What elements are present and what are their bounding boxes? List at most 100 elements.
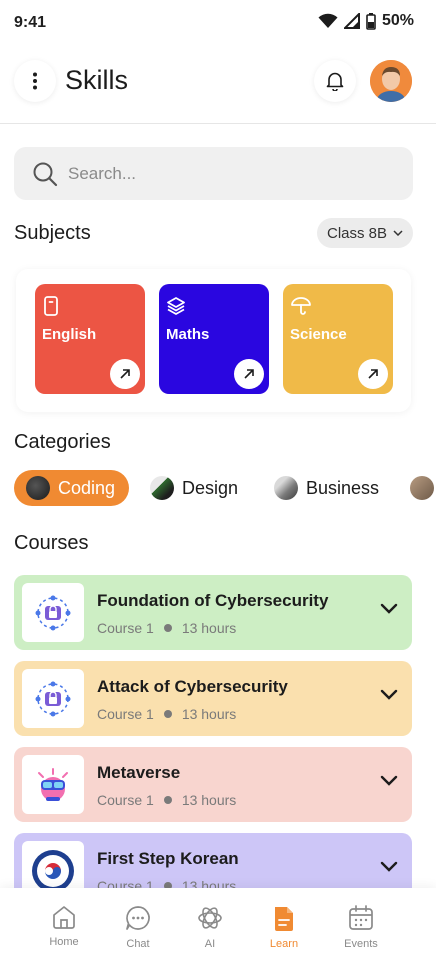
subject-card-maths[interactable]: Maths (159, 284, 269, 394)
vr-headset-icon (38, 767, 68, 801)
page-title: Skills (65, 65, 129, 95)
arrow-up-right-icon (120, 369, 130, 379)
course-number: Course 1 (97, 878, 154, 888)
course-number: Course 1 (97, 620, 154, 636)
tablet-icon (44, 296, 58, 316)
subject-label-maths: Maths (166, 326, 210, 343)
umbrella-icon (291, 297, 311, 315)
category-label-design: Design (182, 477, 239, 498)
course-number: Course 1 (97, 706, 154, 722)
course-meta: Course 1 13 hours (97, 792, 236, 808)
subjects-card: English Maths Science (16, 269, 411, 412)
course-card-metaverse[interactable]: Metaverse Course 1 13 hours (14, 747, 412, 822)
cyber-lock-icon (35, 595, 71, 630)
ai-icon (198, 907, 222, 929)
cyber-lock-icon (35, 681, 71, 716)
course-duration: 13 hours (181, 706, 237, 722)
subject-label-english: English (42, 326, 97, 343)
class-filter-dropdown[interactable]: Class 8B (317, 218, 413, 248)
search-input[interactable] (68, 163, 368, 184)
subject-label-science: Science (290, 326, 347, 343)
avatar[interactable] (370, 60, 412, 102)
nav-events[interactable]: Events (331, 904, 391, 950)
course-duration: 13 hours (181, 620, 237, 636)
nav-chat[interactable]: Chat (108, 904, 168, 950)
category-chip-coding[interactable]: Coding (14, 470, 129, 506)
open-english-button[interactable] (110, 359, 140, 389)
class-filter-label: Class 8B (326, 224, 388, 242)
more-category-thumbnail (410, 476, 434, 500)
course-thumbnail (22, 669, 84, 728)
chevron-down-icon[interactable] (380, 689, 398, 700)
separator-dot (163, 710, 172, 718)
chevron-down-icon[interactable] (380, 603, 398, 614)
main-content: Subjects Class 8B English (0, 125, 436, 888)
nav-home[interactable]: Home (34, 904, 94, 948)
open-maths-button[interactable] (234, 359, 264, 389)
notifications-button[interactable] (314, 60, 356, 102)
business-thumbnail (274, 476, 298, 500)
battery-percent: 50% (381, 12, 414, 29)
open-science-button[interactable] (358, 359, 388, 389)
chevron-down-icon[interactable] (380, 775, 398, 786)
chevron-down-icon (393, 230, 403, 236)
course-number: Course 1 (97, 792, 154, 808)
chevron-down-icon[interactable] (380, 861, 398, 872)
course-duration: 13 hours (181, 792, 237, 808)
app-screen: 9:41 50% Skills Search... Subjects Class… (0, 0, 436, 970)
separator-dot (163, 796, 172, 804)
categories-heading: Categories (14, 431, 111, 453)
learn-icon (275, 907, 293, 931)
subject-card-science[interactable]: Science (283, 284, 393, 394)
more-vertical-icon (33, 72, 37, 90)
status-icons: 50% (318, 12, 414, 30)
user-avatar-icon (370, 60, 412, 102)
app-header: Skills (0, 48, 436, 124)
course-thumbnail (22, 583, 84, 642)
category-label-coding: Coding (58, 477, 116, 498)
bell-icon (326, 72, 344, 91)
course-meta: Course 1 13 hours (97, 620, 236, 636)
arrow-up-right-icon (244, 369, 254, 379)
category-chips: Coding Design Business (14, 470, 436, 506)
category-chip-business[interactable]: Business (262, 470, 390, 506)
nav-label-events: Events (344, 938, 378, 950)
coding-thumbnail (26, 476, 50, 500)
search-icon (33, 162, 58, 186)
nav-label-ai: AI (204, 938, 216, 950)
course-thumbnail (22, 841, 84, 888)
category-label-business: Business (306, 477, 380, 498)
nav-label-learn: Learn (269, 938, 299, 950)
courses-heading: Courses (14, 532, 89, 554)
course-title: Foundation of Cybersecurity (97, 591, 329, 610)
chat-icon (126, 906, 150, 930)
nav-label-chat: Chat (126, 938, 150, 950)
design-thumbnail (150, 476, 174, 500)
battery-icon (366, 12, 376, 30)
menu-button[interactable] (14, 60, 56, 102)
course-thumbnail (22, 755, 84, 814)
category-chip-more[interactable] (398, 470, 436, 506)
course-card-first-step-korean[interactable]: First Step Korean Course 1 13 hours (14, 833, 412, 888)
wifi-icon (318, 13, 338, 28)
nav-label-home: Home (49, 936, 79, 948)
nav-ai[interactable]: AI (180, 904, 240, 950)
calendar-icon (349, 905, 373, 930)
status-time: 9:41 (14, 14, 47, 31)
category-chip-design[interactable]: Design (138, 470, 248, 506)
course-meta: Course 1 13 hours (97, 878, 236, 888)
signal-icon (343, 13, 360, 29)
subjects-heading: Subjects (14, 222, 91, 244)
arrow-up-right-icon (368, 369, 378, 379)
nav-learn[interactable]: Learn (254, 904, 314, 950)
korea-flag-icon (32, 849, 74, 888)
subject-card-english[interactable]: English (35, 284, 145, 394)
course-card-attack-cybersecurity[interactable]: Attack of Cybersecurity Course 1 13 hour… (14, 661, 412, 736)
course-title: First Step Korean (97, 849, 239, 868)
separator-dot (163, 624, 172, 632)
course-duration: 13 hours (181, 878, 237, 888)
course-meta: Course 1 13 hours (97, 706, 236, 722)
course-card-foundation-cybersecurity[interactable]: Foundation of Cybersecurity Course 1 13 … (14, 575, 412, 650)
search-bar (14, 147, 413, 200)
course-title: Metaverse (97, 763, 181, 782)
